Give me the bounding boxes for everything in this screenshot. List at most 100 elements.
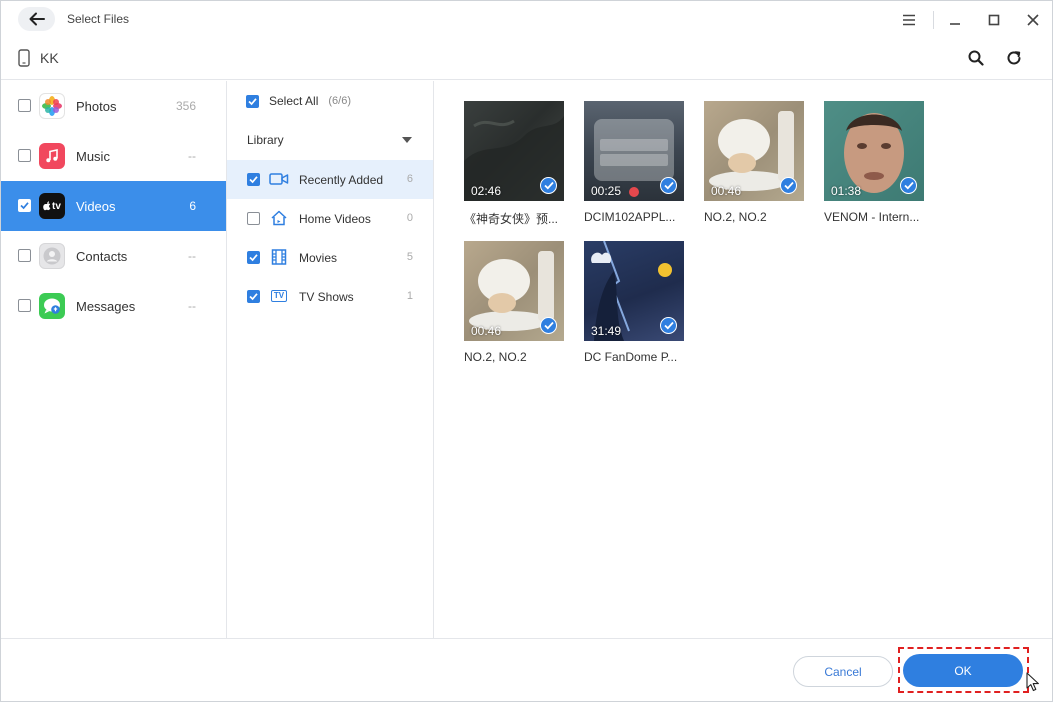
video-thumbnail[interactable]: 00:46 xyxy=(704,101,804,201)
checkmark-icon xyxy=(249,176,258,184)
maximize-button[interactable] xyxy=(983,9,1005,31)
selected-check-icon[interactable] xyxy=(660,317,677,334)
mouse-cursor-icon xyxy=(1026,672,1039,692)
music-app-icon xyxy=(39,143,65,169)
title-divider xyxy=(933,11,934,29)
video-tile[interactable]: 02:46 《神奇女侠》预... xyxy=(464,101,564,227)
caret-down-icon[interactable] xyxy=(402,137,412,143)
device-name: KK xyxy=(40,50,59,66)
video-tile[interactable]: 00:46 NO.2, NO.2 xyxy=(704,101,804,224)
video-duration: 00:46 xyxy=(471,324,502,338)
select-all-row[interactable]: Select All (6/6) xyxy=(246,94,351,108)
category-count: -- xyxy=(188,299,196,313)
tv-shows-checkbox[interactable] xyxy=(247,290,260,303)
video-duration: 00:46 xyxy=(711,184,742,198)
maximize-icon xyxy=(988,14,1000,26)
ok-button[interactable]: OK xyxy=(903,654,1023,687)
contacts-checkbox[interactable] xyxy=(18,249,31,262)
video-grid: 02:46 《神奇女侠》预... 00:25 DCIM102APPL... 00… xyxy=(434,81,1052,638)
video-duration: 01:38 xyxy=(831,184,862,198)
category-music[interactable]: Music -- xyxy=(1,131,226,181)
back-button[interactable] xyxy=(18,7,55,31)
library-item-tv-shows[interactable]: TV TV Shows 1 xyxy=(227,277,433,316)
close-button[interactable] xyxy=(1022,9,1044,31)
tv-icon-label: TV xyxy=(270,290,288,302)
library-item-recently-added[interactable]: Recently Added 6 xyxy=(227,160,433,199)
category-photos[interactable]: Photos 356 xyxy=(1,81,226,131)
messages-checkbox[interactable] xyxy=(18,299,31,312)
apple-tv-app-icon: tv xyxy=(39,193,65,219)
selected-check-icon[interactable] xyxy=(900,177,917,194)
video-thumbnail[interactable]: 01:38 xyxy=(824,101,924,201)
library-item-count: 5 xyxy=(406,251,413,263)
category-videos[interactable]: tv Videos 6 xyxy=(1,181,226,231)
video-tile[interactable]: 31:49 DC FanDome P... xyxy=(584,241,684,364)
category-count: 356 xyxy=(175,99,196,113)
library-pane: Select All (6/6) Library Recently Added … xyxy=(227,81,434,638)
arrow-left-icon xyxy=(29,12,45,26)
checkmark-icon xyxy=(248,97,257,105)
video-name: DCIM102APPL... xyxy=(584,210,676,224)
selected-check-icon[interactable] xyxy=(540,177,557,194)
video-name: DC FanDome P... xyxy=(584,350,678,364)
category-count: 6 xyxy=(189,199,196,213)
close-icon xyxy=(1027,14,1039,26)
video-thumbnail[interactable]: 02:46 xyxy=(464,101,564,201)
category-label: Videos xyxy=(76,199,116,214)
minimize-icon xyxy=(950,23,960,25)
home-videos-checkbox[interactable] xyxy=(247,212,260,225)
minimize-button[interactable] xyxy=(944,9,966,31)
video-name: VENOM - Intern... xyxy=(824,210,920,224)
video-duration: 00:25 xyxy=(591,184,622,198)
hamburger-menu-icon xyxy=(903,14,915,26)
recently-added-checkbox[interactable] xyxy=(247,173,260,186)
select-all-checkbox[interactable] xyxy=(246,94,259,108)
window-title: Select Files xyxy=(67,12,130,26)
category-count: -- xyxy=(188,249,196,263)
tv-icon: TV xyxy=(269,287,289,305)
film-icon xyxy=(269,248,289,266)
photos-app-icon xyxy=(39,93,65,119)
video-tile[interactable]: 01:38 VENOM - Intern... xyxy=(824,101,924,224)
select-all-label: Select All xyxy=(269,94,319,108)
category-label: Photos xyxy=(76,99,117,114)
library-item-movies[interactable]: Movies 5 xyxy=(227,238,433,277)
category-contacts[interactable]: Contacts -- xyxy=(1,231,226,281)
video-duration: 31:49 xyxy=(591,324,622,338)
refresh-button[interactable] xyxy=(1004,48,1024,68)
library-item-home-videos[interactable]: Home Videos 0 xyxy=(227,199,433,238)
library-item-label: Movies xyxy=(299,251,338,265)
video-tile[interactable]: 00:25 DCIM102APPL... xyxy=(584,101,684,224)
cancel-button[interactable]: Cancel xyxy=(793,656,893,687)
checkmark-icon xyxy=(249,293,258,301)
search-button[interactable] xyxy=(966,48,986,68)
video-thumbnail[interactable]: 00:25 xyxy=(584,101,684,201)
video-duration: 02:46 xyxy=(471,184,502,198)
select-files-window: Select Files KK Photos 356 Music -- tv V… xyxy=(0,0,1053,702)
library-item-label: Home Videos xyxy=(299,212,371,226)
menu-button[interactable] xyxy=(898,9,920,31)
refresh-icon xyxy=(1007,51,1021,65)
videos-checkbox[interactable] xyxy=(18,199,31,212)
library-item-count: 0 xyxy=(406,212,413,224)
messages-app-icon xyxy=(39,293,65,319)
library-item-count: 1 xyxy=(406,290,413,302)
video-name: NO.2, NO.2 xyxy=(704,210,767,224)
selected-check-icon[interactable] xyxy=(660,177,677,194)
footer-bar: Cancel OK xyxy=(1,638,1052,702)
checkmark-icon xyxy=(249,254,258,262)
phone-icon xyxy=(18,49,30,67)
music-checkbox[interactable] xyxy=(18,149,31,162)
photos-checkbox[interactable] xyxy=(18,99,31,112)
video-name: 《神奇女侠》预... xyxy=(464,212,559,226)
video-thumbnail[interactable]: 31:49 xyxy=(584,241,684,341)
category-label: Contacts xyxy=(76,249,128,264)
movies-checkbox[interactable] xyxy=(247,251,260,264)
video-thumbnail[interactable]: 00:46 xyxy=(464,241,564,341)
category-messages[interactable]: Messages -- xyxy=(1,281,226,331)
video-tile[interactable]: 00:46 NO.2, NO.2 xyxy=(464,241,564,364)
selected-check-icon[interactable] xyxy=(780,177,797,194)
contacts-app-icon xyxy=(39,243,65,269)
selected-check-icon[interactable] xyxy=(540,317,557,334)
video-name: NO.2, NO.2 xyxy=(464,350,527,364)
